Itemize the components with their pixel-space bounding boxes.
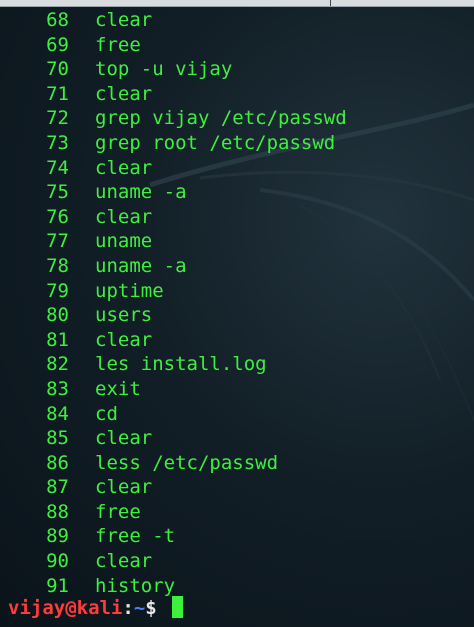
history-line: 80 users — [0, 303, 474, 328]
history-line-number: 86 — [46, 451, 69, 474]
history-command: clear — [95, 476, 153, 499]
history-line: 91 history — [0, 574, 474, 599]
history-line: 70 top -u vijay — [0, 57, 474, 82]
history-line-number: 84 — [46, 402, 69, 425]
prompt-path: ~ — [133, 597, 146, 619]
history-line-number: 77 — [46, 230, 69, 253]
history-line: 83 exit — [0, 377, 474, 402]
history-line-number: 68 — [46, 9, 69, 31]
history-command: clear — [95, 328, 153, 351]
history-line: 78 uname -a — [0, 254, 474, 279]
history-line: 89 free -t — [0, 524, 474, 549]
history-line-number: 69 — [46, 33, 69, 56]
history-command: free -t — [95, 525, 176, 548]
history-output: 68 clear 69 free 70 top -u vijay 71 clear 72 grep… — [0, 8, 474, 598]
history-line: 86 less /etc/passwd — [0, 451, 474, 476]
history-command: clear — [95, 205, 153, 228]
history-line: 75 uname -a — [0, 180, 474, 205]
history-line-number: 91 — [46, 574, 69, 597]
prompt-user-host: vijay@kali — [8, 597, 123, 619]
history-command: uname -a — [95, 181, 187, 204]
history-command: les install.log — [95, 353, 267, 376]
terminal-window[interactable]: 68 clear 69 free 70 top -u vijay 71 clear 72 grep… — [0, 0, 474, 627]
history-line: 85 clear — [0, 426, 474, 451]
history-line: 82 les install.log — [0, 352, 474, 377]
history-line: 68 clear — [0, 8, 474, 33]
history-line: 81 clear — [0, 328, 474, 353]
history-line-number: 80 — [46, 304, 69, 327]
shell-prompt[interactable]: vijay@kali:~$ — [8, 596, 184, 620]
history-line-number: 83 — [46, 377, 69, 400]
history-command: clear — [95, 82, 153, 105]
history-line-number: 73 — [46, 131, 69, 154]
history-line-number: 70 — [46, 58, 69, 81]
history-line: 72 grep vijay /etc/passwd — [0, 106, 474, 131]
history-line: 90 clear — [0, 549, 474, 574]
history-line: 76 clear — [0, 205, 474, 230]
text-cursor — [172, 596, 184, 618]
history-command: exit — [95, 377, 141, 400]
history-command: uname -a — [95, 254, 187, 277]
history-line: 73 grep root /etc/passwd — [0, 131, 474, 156]
history-command: free — [95, 33, 141, 56]
history-line: 88 free — [0, 500, 474, 525]
history-line: 71 clear — [0, 82, 474, 107]
history-line: 69 free — [0, 33, 474, 58]
history-line: 77 uname — [0, 229, 474, 254]
history-command: grep root /etc/passwd — [95, 131, 336, 154]
history-line-number: 88 — [46, 500, 69, 523]
history-command: clear — [95, 550, 153, 573]
history-line-number: 75 — [46, 181, 69, 204]
history-command: clear — [95, 427, 153, 450]
history-command: less /etc/passwd — [95, 451, 279, 474]
history-command: top -u vijay — [95, 58, 233, 81]
prompt-symbol: $ — [145, 597, 169, 619]
history-line-number: 82 — [46, 353, 69, 376]
history-command: clear — [95, 9, 153, 31]
history-line: 79 uptime — [0, 279, 474, 304]
history-line-number: 90 — [46, 550, 69, 573]
history-line-number: 78 — [46, 254, 69, 277]
history-command: uname — [95, 230, 153, 253]
history-command: cd — [95, 402, 118, 425]
history-line: 74 clear — [0, 156, 474, 181]
history-line-number: 76 — [46, 205, 69, 228]
history-line: 87 clear — [0, 475, 474, 500]
history-line-number: 74 — [46, 156, 69, 179]
history-line-number: 87 — [46, 476, 69, 499]
history-command: grep vijay /etc/passwd — [95, 107, 347, 130]
history-line-number: 79 — [46, 279, 69, 302]
history-line-number: 72 — [46, 107, 69, 130]
history-line: 84 cd — [0, 402, 474, 427]
history-line-number: 89 — [46, 525, 69, 548]
prompt-separator: : — [122, 597, 134, 619]
history-line-number: 81 — [46, 328, 69, 351]
history-command: uptime — [95, 279, 164, 302]
history-line-number: 85 — [46, 427, 69, 450]
history-command: history — [95, 574, 176, 597]
history-command: clear — [95, 156, 153, 179]
history-command: free — [95, 500, 141, 523]
history-line-number: 71 — [46, 82, 69, 105]
history-command: users — [95, 304, 153, 327]
